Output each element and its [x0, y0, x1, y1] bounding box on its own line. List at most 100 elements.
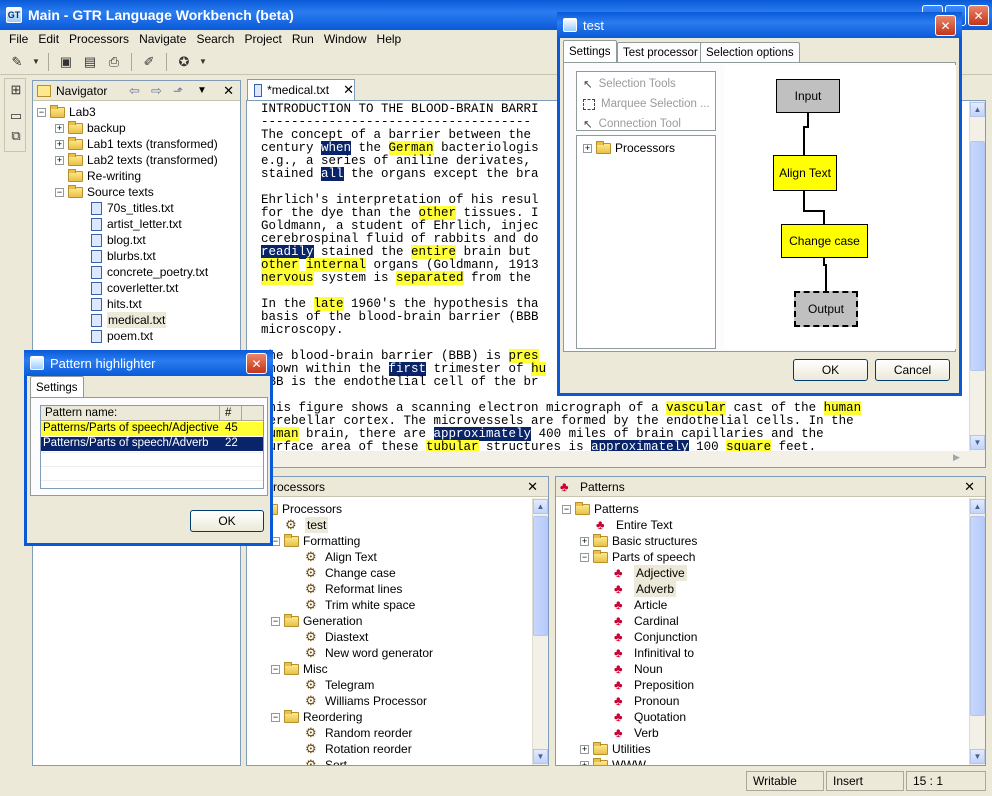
- tree-node[interactable]: ♣ Entire Text: [596, 517, 672, 533]
- tab-test-processor[interactable]: Test processor: [617, 42, 704, 62]
- tree-node[interactable]: − Source texts: [55, 184, 154, 200]
- editor-vscrollbar[interactable]: ▲ ▼: [969, 101, 985, 451]
- scroll-up-icon[interactable]: ▲: [533, 499, 548, 514]
- file-item[interactable]: coverletter.txt: [89, 280, 178, 296]
- tree-node[interactable]: ♣ Verb: [614, 725, 659, 741]
- tree-node[interactable]: Re-writing: [68, 168, 141, 184]
- editor-hscrollbar[interactable]: ▶: [247, 451, 985, 467]
- tree-node[interactable]: − Misc: [271, 661, 328, 677]
- tree-node[interactable]: + Utilities: [580, 741, 651, 757]
- tree-node[interactable]: ♣ Cardinal: [614, 613, 679, 629]
- tree-node-root[interactable]: − Lab3: [37, 104, 96, 120]
- view-menu-icon[interactable]: ▼: [197, 85, 207, 96]
- close-button[interactable]: ✕: [968, 5, 989, 26]
- tree-node[interactable]: ⚙ Rotation reorder: [305, 741, 412, 757]
- menu-project[interactable]: Project: [239, 32, 286, 46]
- menu-processors[interactable]: Processors: [64, 32, 134, 46]
- close-icon[interactable]: ✕: [343, 82, 354, 98]
- dialog-close-button[interactable]: ✕: [935, 15, 956, 36]
- tree-node-selected[interactable]: ♣ Adverb: [614, 581, 677, 597]
- column-header-name[interactable]: Pattern name:: [45, 407, 117, 419]
- tree-node[interactable]: ⚙ Align Text: [305, 549, 377, 565]
- marquee-selection-item[interactable]: Marquee Selection ...: [583, 96, 710, 112]
- file-item[interactable]: poem.txt: [89, 328, 153, 344]
- collapse-icon[interactable]: −: [271, 616, 280, 626]
- menu-help[interactable]: Help: [372, 32, 407, 46]
- scroll-thumb[interactable]: [970, 516, 985, 716]
- tree-node[interactable]: + Lab2 texts (transformed): [55, 152, 218, 168]
- table-row-selected[interactable]: Patterns/Parts of speech/Adverb 22: [41, 437, 263, 451]
- collapse-icon[interactable]: −: [580, 552, 589, 562]
- selection-tools-item[interactable]: ↖ Selection Tools: [583, 76, 676, 92]
- file-item-selected[interactable]: medical.txt: [89, 312, 167, 328]
- menu-search[interactable]: Search: [191, 32, 239, 46]
- outline-icon[interactable]: ▭: [7, 107, 25, 125]
- flow-node-change-case[interactable]: Change case: [781, 224, 868, 258]
- collapse-icon[interactable]: −: [55, 187, 64, 197]
- file-item[interactable]: artist_letter.txt: [89, 216, 182, 232]
- processors-scrollbar[interactable]: ▲ ▼: [532, 498, 548, 765]
- flow-node-input[interactable]: Input: [776, 79, 840, 113]
- tree-node[interactable]: + Basic structures: [580, 533, 697, 549]
- flow-canvas[interactable]: Input Align Text Change case Output: [724, 65, 956, 349]
- tree-node[interactable]: − Reordering: [271, 709, 362, 725]
- expand-icon[interactable]: +: [580, 760, 589, 765]
- save-icon[interactable]: ▣: [57, 53, 75, 71]
- patterns-scrollbar[interactable]: ▲ ▼: [969, 498, 985, 765]
- pin-icon[interactable]: ✐: [140, 53, 158, 71]
- tree-node[interactable]: ⚙ New word generator: [305, 645, 433, 661]
- connection-tool-item[interactable]: ↖ Connection Tool: [583, 116, 681, 132]
- up-icon[interactable]: ⬏: [173, 84, 183, 98]
- menu-file[interactable]: File: [4, 32, 33, 46]
- menu-navigate[interactable]: Navigate: [134, 32, 191, 46]
- tree-node[interactable]: ♣ Noun: [614, 661, 663, 677]
- tree-node[interactable]: ♣ Article: [614, 597, 667, 613]
- tree-node[interactable]: ⚙ Telegram: [305, 677, 374, 693]
- tree-node[interactable]: ♣ Quotation: [614, 709, 686, 725]
- tree-node[interactable]: ♣ Infinitival to: [614, 645, 694, 661]
- scroll-thumb[interactable]: [533, 516, 548, 636]
- expand-icon[interactable]: +: [55, 155, 64, 165]
- tree-node[interactable]: − Formatting: [271, 533, 360, 549]
- expand-icon[interactable]: +: [580, 536, 589, 546]
- tree-node[interactable]: ⚙ Diastext: [305, 629, 368, 645]
- tree-node[interactable]: − Parts of speech: [580, 549, 695, 565]
- close-icon[interactable]: ✕: [964, 479, 975, 495]
- expand-icon[interactable]: +: [583, 143, 592, 153]
- save-all-icon[interactable]: ▤: [81, 53, 99, 71]
- flow-node-output[interactable]: Output: [794, 291, 858, 327]
- scroll-thumb[interactable]: [970, 141, 985, 371]
- scroll-up-icon[interactable]: ▲: [970, 499, 985, 514]
- file-item[interactable]: blurbs.txt: [89, 248, 156, 264]
- perspective-icon[interactable]: ⊞: [7, 81, 25, 99]
- scroll-down-icon[interactable]: ▼: [970, 435, 985, 450]
- tree-node[interactable]: ⚙ Reformat lines: [305, 581, 402, 597]
- tree-node[interactable]: − Patterns: [562, 501, 639, 517]
- flow-node-align-text[interactable]: Align Text: [773, 155, 837, 191]
- tree-node[interactable]: + WWW: [580, 757, 646, 765]
- cancel-button[interactable]: Cancel: [875, 359, 950, 381]
- menu-run[interactable]: Run: [287, 32, 319, 46]
- collapse-icon[interactable]: −: [271, 664, 280, 674]
- tab-settings[interactable]: Settings: [30, 376, 84, 398]
- tree-node[interactable]: + Lab1 texts (transformed): [55, 136, 218, 152]
- tree-node[interactable]: ⚙ test: [285, 517, 329, 533]
- forward-icon[interactable]: ⇨: [151, 83, 162, 99]
- tree-node[interactable]: Processors: [263, 501, 342, 517]
- expand-icon[interactable]: +: [55, 123, 64, 133]
- file-item[interactable]: 70s_titles.txt: [89, 200, 174, 216]
- column-header-count[interactable]: #: [225, 407, 231, 419]
- menu-edit[interactable]: Edit: [33, 32, 64, 46]
- file-item[interactable]: concrete_poetry.txt: [89, 264, 208, 280]
- tree-node[interactable]: + backup: [55, 120, 126, 136]
- scroll-down-icon[interactable]: ▼: [970, 749, 985, 764]
- menu-window[interactable]: Window: [319, 32, 372, 46]
- tab-selection-options[interactable]: Selection options: [700, 42, 800, 62]
- tree-node[interactable]: ⚙ Random reorder: [305, 725, 412, 741]
- tree-node[interactable]: − Generation: [271, 613, 362, 629]
- tree-node[interactable]: ⚙ Williams Processor: [305, 693, 427, 709]
- close-icon[interactable]: ✕: [223, 83, 234, 99]
- tree-node[interactable]: ⚙ Trim white space: [305, 597, 415, 613]
- scroll-up-icon[interactable]: ▲: [970, 102, 985, 117]
- scroll-down-icon[interactable]: ▼: [533, 749, 548, 764]
